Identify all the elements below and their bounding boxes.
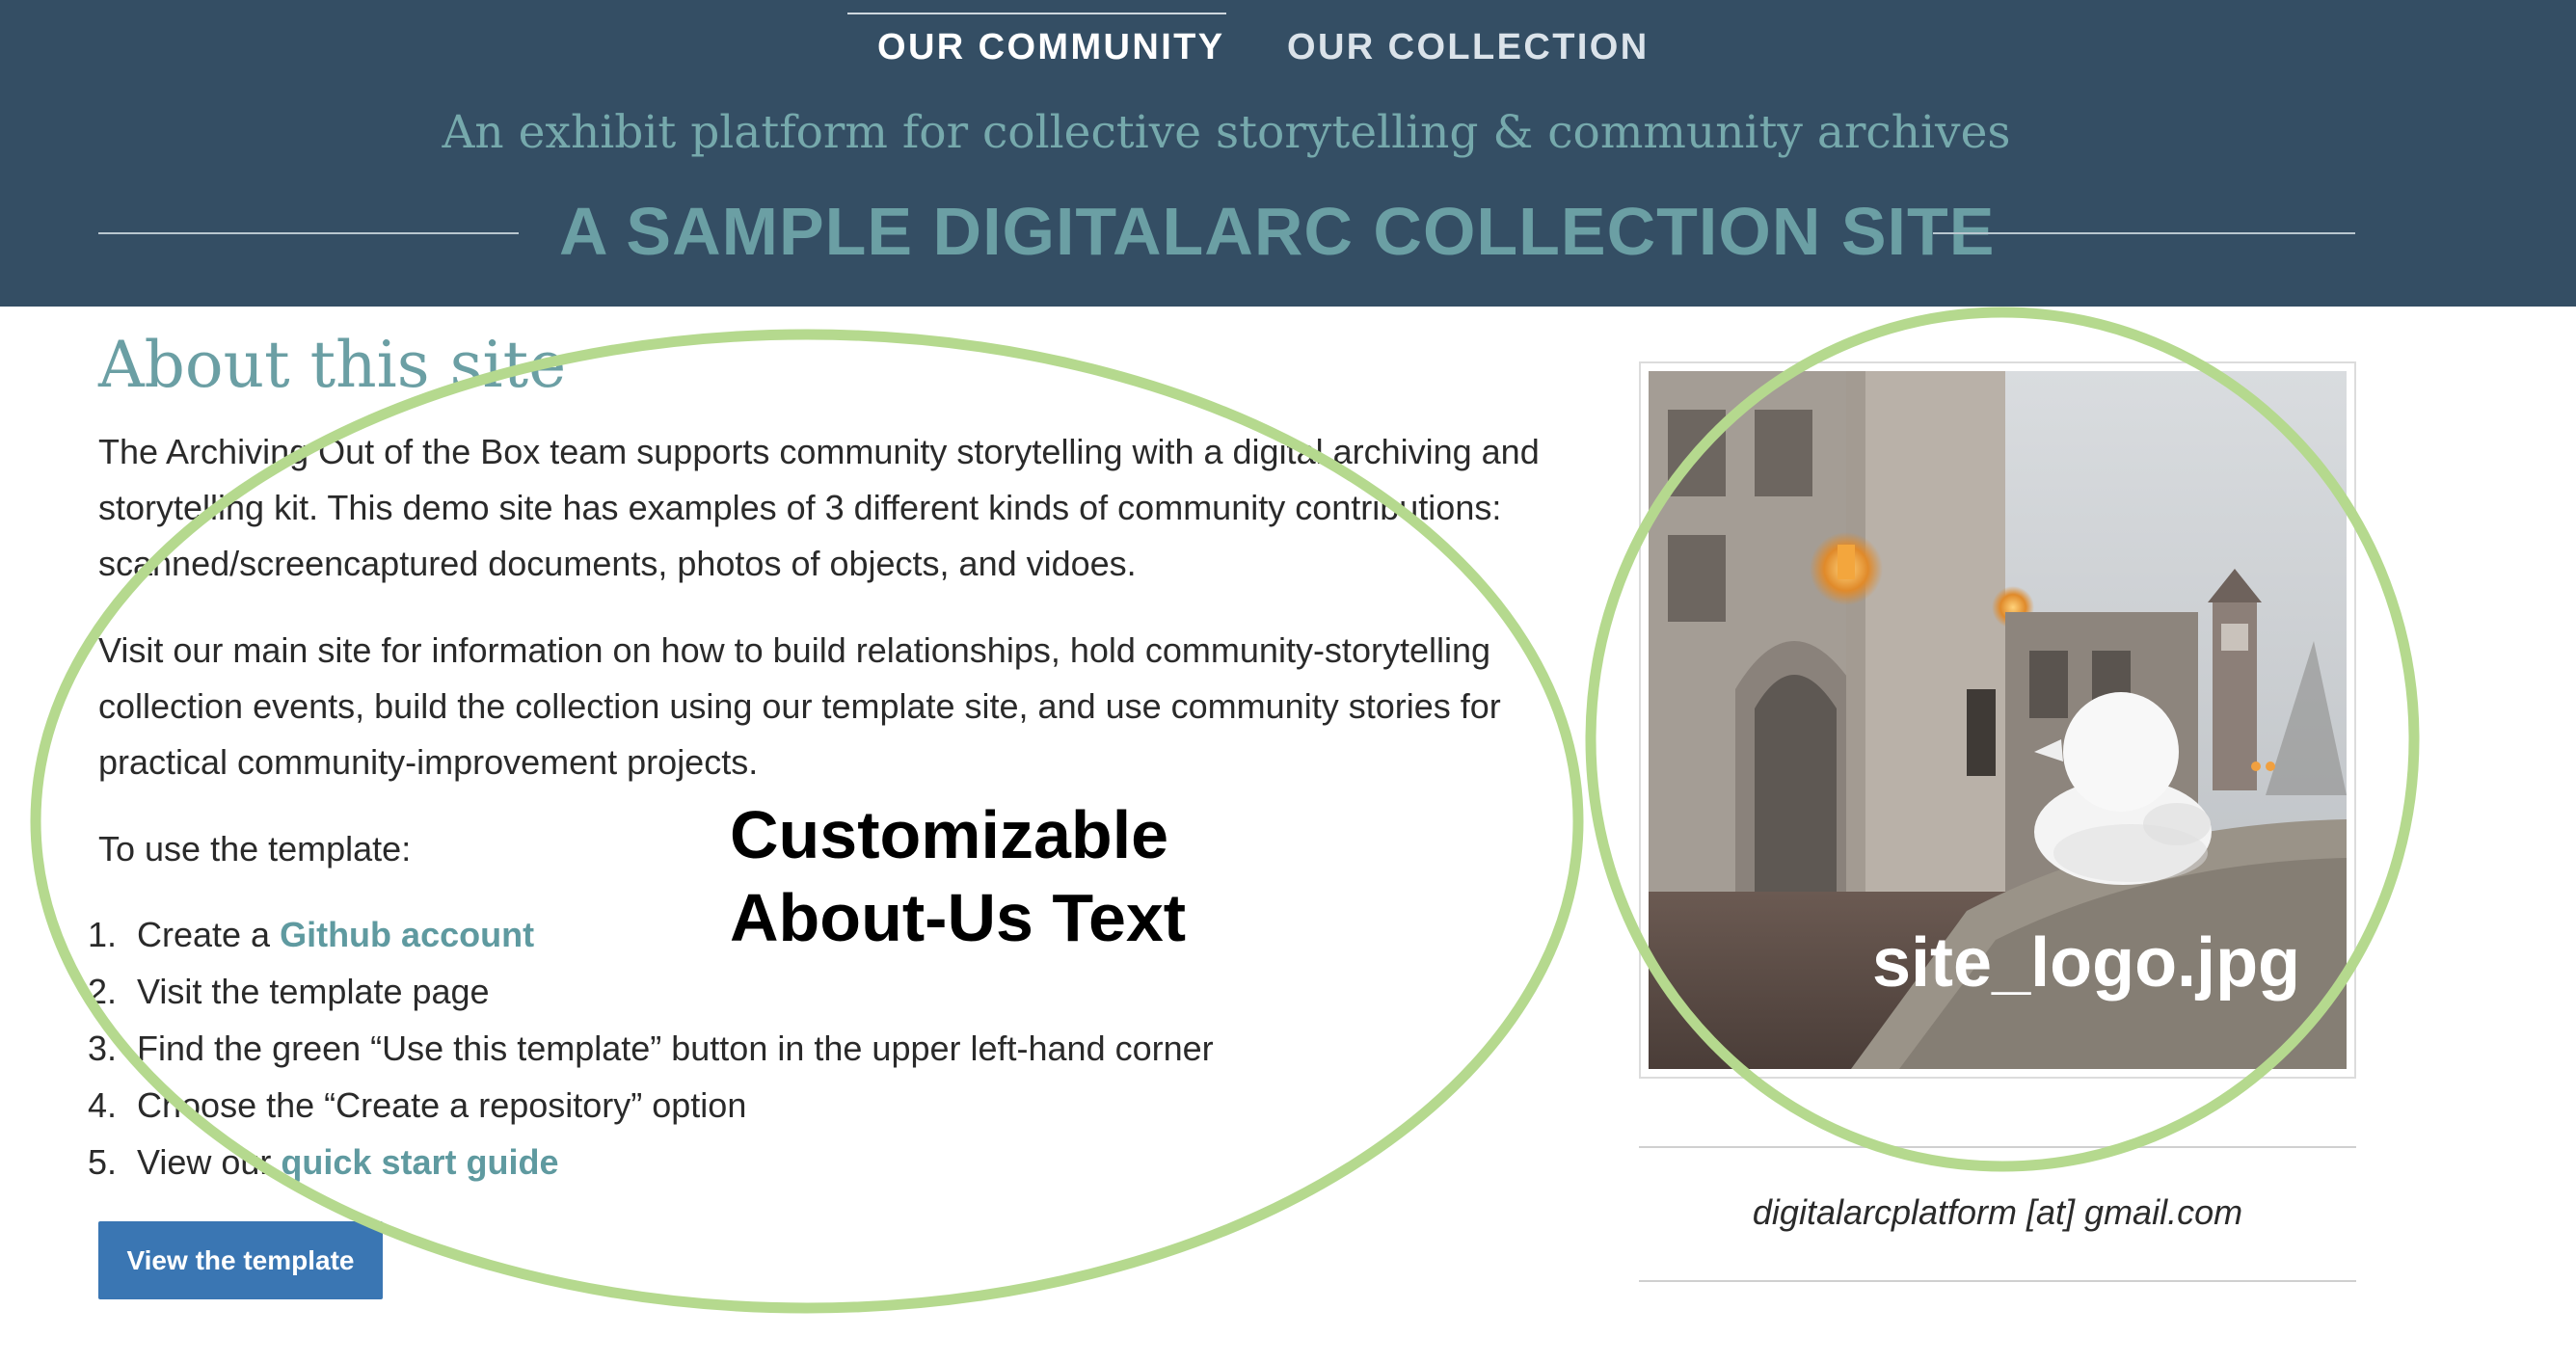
step-text: View our (137, 1142, 282, 1182)
view-template-button[interactable]: View the template (98, 1221, 383, 1299)
list-item: 4. Choose the “Create a repository” opti… (58, 1077, 1408, 1134)
step-text: Find the green “Use this template” butto… (137, 1029, 1214, 1068)
step-number: 3. (88, 1029, 118, 1068)
quick-start-guide-link[interactable]: quick start guide (281, 1142, 558, 1182)
step-number: 5. (88, 1142, 118, 1182)
about-paragraph: Visit our main site for information on h… (98, 630, 1501, 782)
list-item: 5. View our quick start guide (58, 1134, 1408, 1190)
step-number: 4. (88, 1085, 118, 1125)
about-heading: About this site (98, 328, 567, 402)
title-divider-right (1933, 232, 2355, 234)
contact-divider-top (1639, 1146, 2356, 1148)
step-number: 2. (88, 972, 118, 1011)
active-nav-indicator (847, 13, 1226, 14)
nav-link-our-collection[interactable]: OUR COLLECTION (1287, 27, 1650, 68)
about-paragraph: The Archiving Out of the Box team suppor… (98, 432, 1540, 583)
logo-annotation-label: site_logo.jpg (1872, 924, 2301, 1002)
nav-link-our-community[interactable]: OUR COMMUNITY (877, 27, 1225, 68)
step-text: Visit the template page (137, 972, 490, 1011)
github-account-link[interactable]: Github account (280, 915, 534, 954)
about-annotation-label: Customizable About-Us Text (730, 797, 1187, 955)
list-item: 2. Visit the template page (58, 963, 1408, 1020)
contact-email: digitalarcplatform [at] gmail.com (1752, 1192, 2243, 1232)
title-divider-left (98, 232, 519, 234)
step-text: Create a (137, 915, 281, 954)
step-text: Choose the “Create a repository” option (137, 1085, 747, 1125)
site-title[interactable]: A SAMPLE DIGITALARC COLLECTION SITE (559, 193, 1994, 270)
list-item: 3. Find the green “Use this template” bu… (58, 1020, 1408, 1077)
contact-divider-bottom (1639, 1280, 2356, 1282)
step-number: 1. (88, 915, 118, 954)
site-header: OUR COMMUNITY OUR COLLECTION An exhibit … (0, 0, 2576, 307)
site-tagline: An exhibit platform for collective story… (442, 106, 2011, 159)
